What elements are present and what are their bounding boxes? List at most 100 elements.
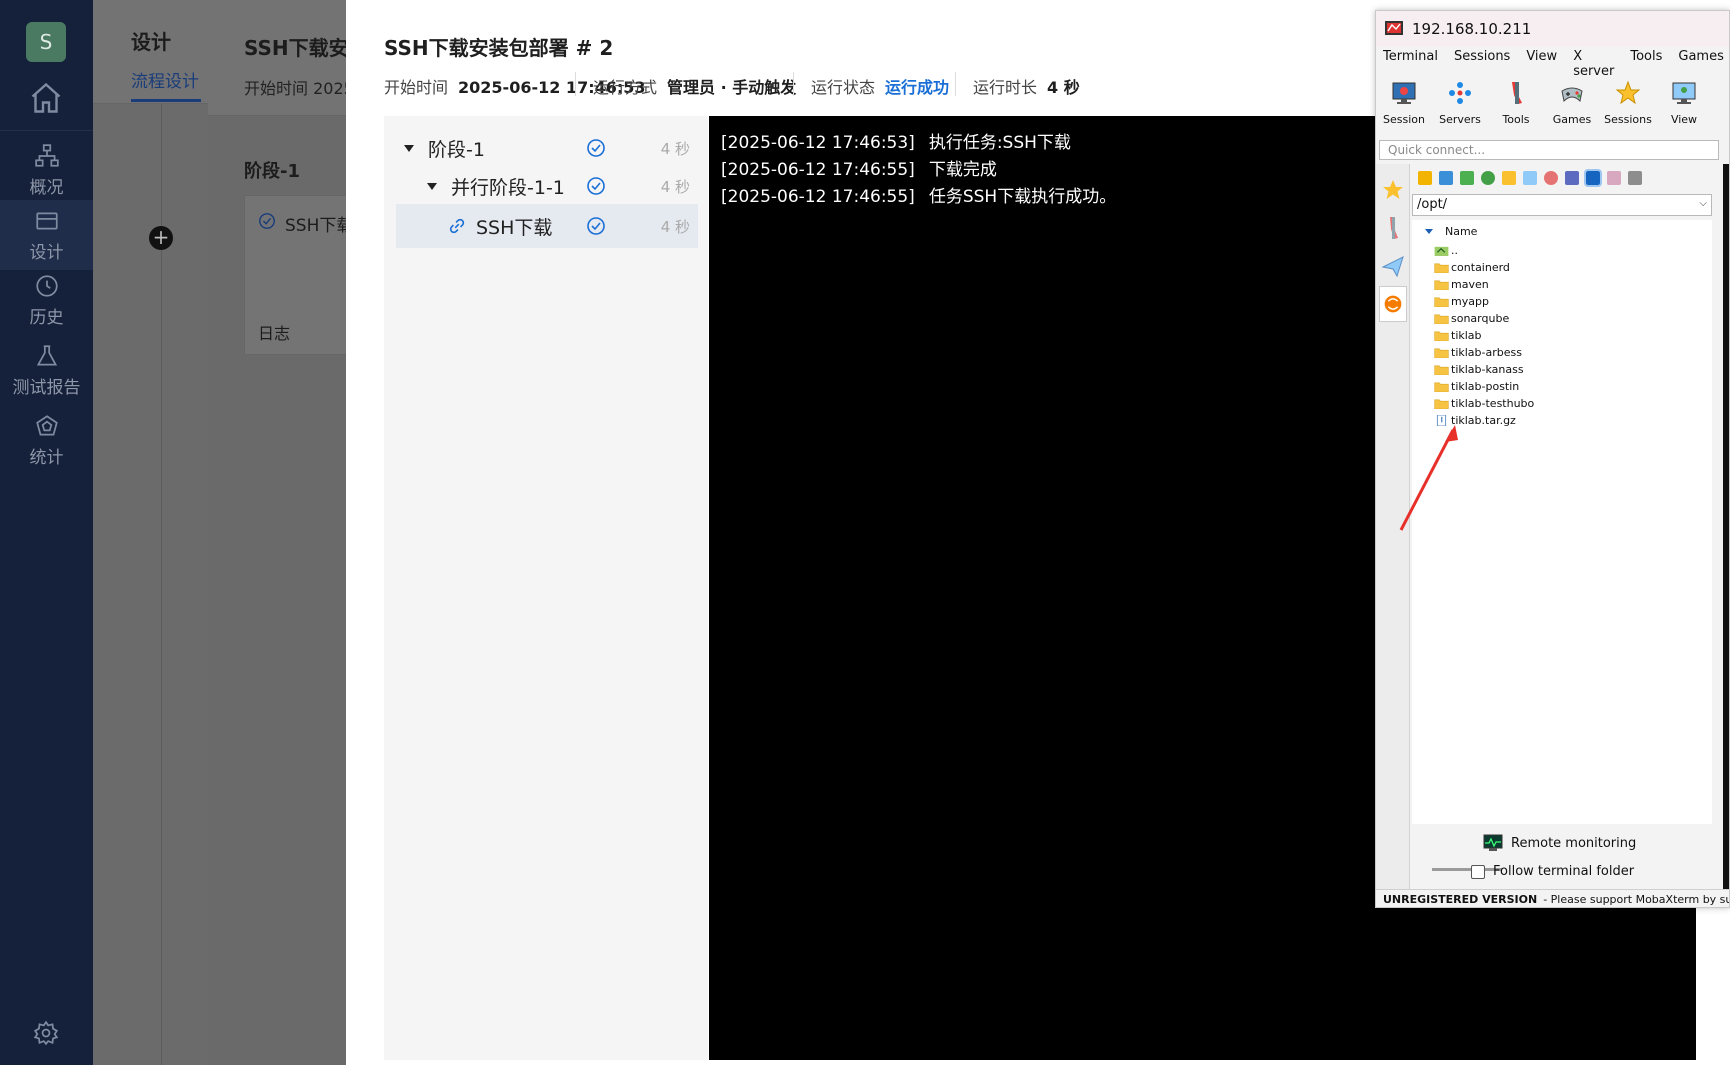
- column-name-header[interactable]: Name: [1425, 225, 1477, 238]
- mobaxterm-titlebar[interactable]: 192.168.10.211: [1376, 11, 1729, 47]
- check-circle-icon: [587, 177, 605, 195]
- avatar[interactable]: S: [26, 22, 66, 62]
- tree-item-parallel-stage[interactable]: 并行阶段-1-1 4 秒: [396, 164, 698, 208]
- column-icon[interactable]: [1584, 169, 1602, 187]
- new-folder-icon[interactable]: [1502, 171, 1516, 185]
- caret-down-icon[interactable]: [404, 144, 414, 152]
- checkbox[interactable]: [1471, 864, 1485, 879]
- remote-monitoring-button[interactable]: Remote monitoring: [1483, 834, 1636, 852]
- terminal-icon[interactable]: [1628, 171, 1642, 185]
- chevron-down-icon[interactable]: ⌵: [1699, 198, 1707, 209]
- file-row[interactable]: tiklab: [1434, 327, 1482, 344]
- settings-tool-icon[interactable]: [1607, 171, 1621, 185]
- nav-item-statistics[interactable]: 统计: [0, 405, 93, 475]
- nav-item-label: 历史: [29, 307, 64, 328]
- mobaxterm-app-icon: [1385, 21, 1403, 35]
- toolbar-session-button[interactable]: Session: [1376, 75, 1432, 135]
- menu-games[interactable]: Games: [1678, 49, 1723, 73]
- tree-item-ssh-download[interactable]: SSH下载 4 秒: [396, 204, 698, 248]
- file-row[interactable]: tiklab-testhubo: [1434, 395, 1534, 412]
- meta-run-status: 运行状态 运行成功: [811, 74, 949, 98]
- menu-view[interactable]: View: [1526, 49, 1557, 73]
- sftp-toolbar: [1411, 166, 1642, 190]
- file-row[interactable]: sonarqube: [1434, 310, 1509, 327]
- refresh-icon[interactable]: [1481, 171, 1495, 185]
- menu-tools[interactable]: Tools: [1630, 49, 1662, 73]
- menu-sessions[interactable]: Sessions: [1454, 49, 1510, 73]
- file-name: ..: [1451, 244, 1458, 257]
- log-timestamp: [2025-06-12 17:46:55]: [721, 160, 915, 180]
- gear-icon[interactable]: [33, 1020, 59, 1046]
- add-stage-button[interactable]: +: [149, 226, 173, 250]
- quick-connect-input[interactable]: Quick connect...: [1379, 140, 1719, 160]
- remote-path-select[interactable]: /opt/ ⌵: [1412, 194, 1712, 216]
- tools-icon: [1512, 82, 1522, 104]
- toolbar-sessions-button[interactable]: Sessions: [1600, 75, 1656, 135]
- nav-item-test-report[interactable]: 测试报告: [0, 335, 93, 405]
- mobaxterm-sidebar: [1376, 164, 1410, 907]
- remote-monitoring-label: Remote monitoring: [1511, 835, 1637, 851]
- download-icon[interactable]: [1439, 171, 1453, 185]
- meta-run-mode: 运行方式 管理员 · 手动触发: [593, 74, 796, 98]
- check-circle-icon: [587, 139, 605, 157]
- design-header: 设计 流程设计: [93, 0, 208, 104]
- nav-item-overview[interactable]: 概况: [0, 135, 93, 205]
- nav-item-design[interactable]: 设计: [0, 200, 93, 270]
- screen-icon: [1672, 82, 1696, 104]
- folder-icon: [1434, 297, 1449, 307]
- pipeline-log-link[interactable]: 日志: [258, 320, 290, 344]
- sidebar-tools-icon[interactable]: [1379, 210, 1407, 246]
- file-row[interactable]: tiklab-postin: [1434, 378, 1519, 395]
- meta-value: 管理员 · 手动触发: [667, 78, 797, 97]
- file-row[interactable]: maven: [1434, 276, 1489, 293]
- file-name: tiklab-arbess: [1451, 346, 1522, 359]
- tree-item-duration: 4 秒: [660, 178, 690, 196]
- meta-label: 运行状态: [811, 78, 876, 97]
- toolbar-view-button[interactable]: View: [1656, 75, 1712, 135]
- rename-icon[interactable]: [1565, 171, 1579, 185]
- tree-item-label: 并行阶段-1-1: [451, 176, 565, 199]
- file-row[interactable]: ..: [1434, 242, 1458, 259]
- upload-icon[interactable]: [1460, 171, 1474, 185]
- caret-down-icon[interactable]: [427, 182, 437, 190]
- file-row[interactable]: containerd: [1434, 259, 1510, 276]
- sidebar-sftp-icon[interactable]: [1379, 286, 1407, 322]
- tab-flow-design[interactable]: 流程设计: [131, 67, 199, 92]
- chart-icon: [35, 414, 58, 436]
- toolbar-label: Tools: [1502, 113, 1530, 126]
- monitor-icon: [1392, 82, 1416, 104]
- file-name: containerd: [1451, 261, 1510, 274]
- follow-terminal-checkbox[interactable]: Follow terminal folder: [1471, 864, 1634, 879]
- file-name: tiklab: [1451, 329, 1482, 342]
- delete-icon[interactable]: [1544, 171, 1558, 185]
- mobaxterm-toolbar: Session Servers Tools Games Sessions Vie…: [1376, 75, 1729, 135]
- toolbar-label: Servers: [1439, 113, 1481, 126]
- link-icon: [449, 218, 465, 234]
- nav-item-label: 概况: [29, 177, 64, 198]
- toolbar-tools-button[interactable]: Tools: [1488, 75, 1544, 135]
- toolbar-servers-button[interactable]: Servers: [1432, 75, 1488, 135]
- nav-item-history[interactable]: 历史: [0, 265, 93, 335]
- toolbar-games-button[interactable]: Games: [1544, 75, 1600, 135]
- sidebar-star-icon[interactable]: [1379, 172, 1407, 208]
- check-circle-icon: [587, 217, 605, 235]
- log-timestamp: [2025-06-12 17:46:53]: [721, 133, 915, 153]
- file-row[interactable]: tiklab-kanass: [1434, 361, 1524, 378]
- file-row[interactable]: tiklab-arbess: [1434, 344, 1522, 361]
- new-file-icon[interactable]: [1523, 171, 1537, 185]
- folder-up-icon[interactable]: [1418, 171, 1432, 185]
- home-icon[interactable]: [28, 80, 64, 116]
- pipeline-stage-title: 阶段-1: [244, 161, 300, 182]
- toolbar-label: Sessions: [1604, 113, 1652, 126]
- gamepad-icon: [1561, 87, 1583, 103]
- file-row[interactable]: myapp: [1434, 293, 1489, 310]
- stage-tree: 阶段-1 4 秒 并行阶段-1-1 4 秒 SSH下载 4 秒: [384, 116, 708, 1060]
- sidebar-send-icon[interactable]: [1379, 248, 1407, 284]
- star-icon: [1615, 80, 1641, 105]
- menu-terminal[interactable]: Terminal: [1383, 49, 1438, 73]
- parent-folder-icon: [1434, 246, 1449, 256]
- menu-x-server[interactable]: X server: [1573, 49, 1614, 79]
- status-value: 运行成功: [885, 78, 950, 97]
- log-timestamp: [2025-06-12 17:46:55]: [721, 187, 915, 207]
- check-circle-icon: [259, 213, 275, 229]
